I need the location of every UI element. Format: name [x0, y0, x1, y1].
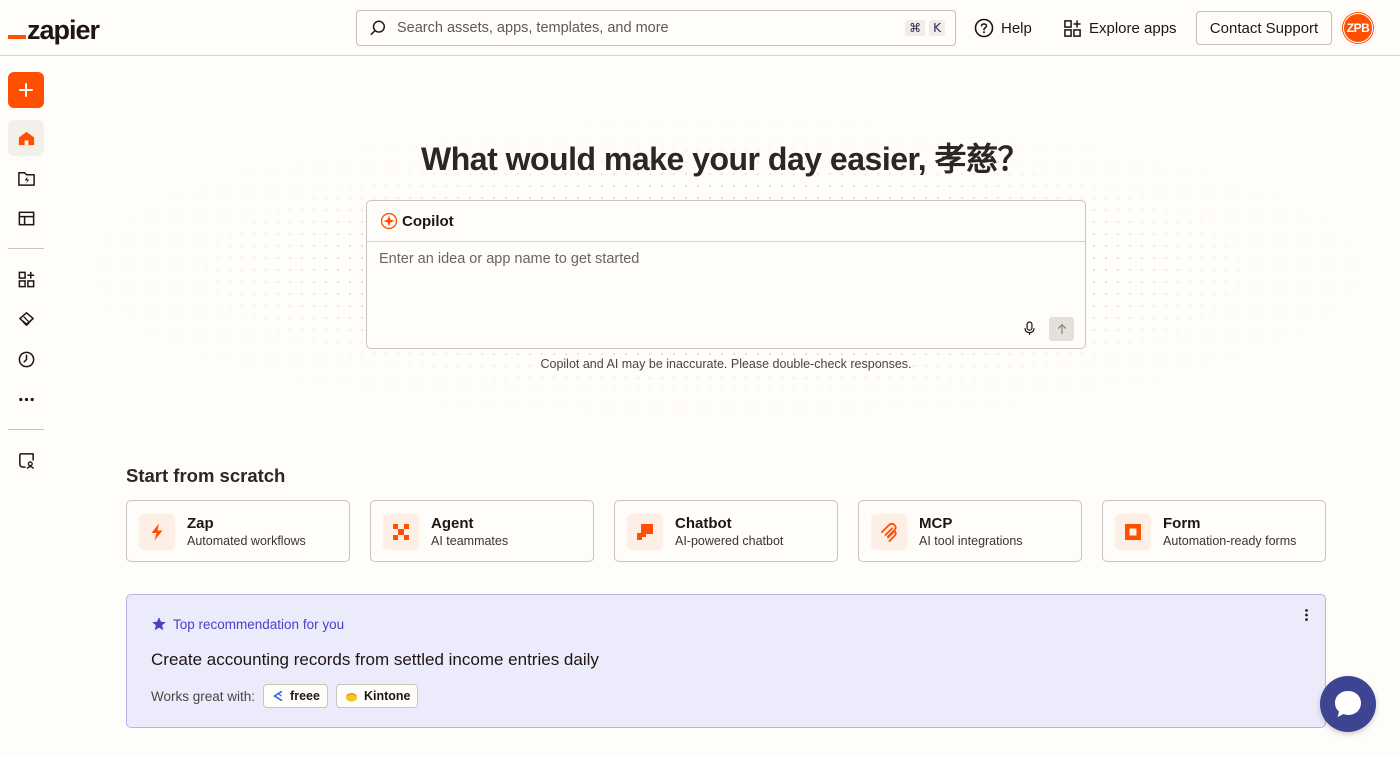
- top-bar: zapier Search assets, apps, templates, a…: [0, 0, 1400, 56]
- app-chip-label: freee: [290, 689, 320, 703]
- contact-support-button[interactable]: Contact Support: [1196, 11, 1332, 45]
- explore-apps-button[interactable]: Explore apps: [1063, 12, 1177, 44]
- arrow-up-icon: [1057, 323, 1066, 335]
- sidebar-item-history[interactable]: [8, 341, 44, 377]
- chat-bubble-icon: [1335, 691, 1361, 717]
- sidebar-item-zaps[interactable]: [8, 160, 44, 196]
- freee-icon: [273, 690, 283, 702]
- recommendation-title[interactable]: Create accounting records from settled i…: [151, 650, 599, 670]
- user-avatar[interactable]: ZPB: [1340, 10, 1376, 46]
- sidebar: [0, 56, 52, 757]
- shortcut-cmd-key: ⌘: [905, 20, 926, 36]
- copilot-label: Copilot: [402, 212, 454, 230]
- avatar-initials: ZPB: [1343, 13, 1373, 43]
- card-zap[interactable]: Zap Automated workflows: [126, 500, 350, 562]
- card-icon-box: [871, 514, 907, 550]
- card-subtitle: AI-powered chatbot: [675, 534, 784, 548]
- help-button[interactable]: Help: [974, 12, 1032, 44]
- create-button[interactable]: [8, 72, 44, 108]
- card-icon-box: [1115, 514, 1151, 550]
- recommendation-label: Top recommendation for you: [173, 616, 345, 632]
- copilot-header: Copilot: [367, 201, 1085, 242]
- works-with-row: Works great with: freee Kintone: [151, 684, 419, 708]
- microphone-button[interactable]: [1019, 317, 1039, 339]
- sidebar-divider: [8, 429, 44, 430]
- sidebar-item-admin[interactable]: [8, 442, 44, 478]
- search-icon: [370, 20, 386, 36]
- more-icon: [18, 397, 34, 401]
- sidebar-item-apps[interactable]: [8, 261, 44, 297]
- shortcut-k-key: K: [929, 20, 945, 36]
- card-icon-box: [627, 514, 663, 550]
- vertical-more-icon: [1304, 609, 1308, 621]
- card-subtitle: AI tool integrations: [919, 534, 1023, 548]
- search-placeholder: Search assets, apps, templates, and more: [397, 20, 669, 36]
- logo-underscore: [8, 35, 26, 39]
- card-subtitle: Automated workflows: [187, 534, 306, 548]
- card-title: Chatbot: [675, 515, 732, 532]
- card-title: Form: [1163, 515, 1201, 532]
- card-subtitle: Automation-ready forms: [1163, 534, 1297, 548]
- plus-icon: [19, 83, 33, 97]
- help-label: Help: [1001, 19, 1032, 37]
- works-with-label: Works great with:: [151, 688, 256, 704]
- card-icon-box: [383, 514, 419, 550]
- page-title: What would make your day easier, 孝慈？: [421, 141, 1029, 177]
- microphone-icon: [1023, 320, 1035, 335]
- sidebar-divider: [8, 248, 44, 249]
- sidebar-item-home[interactable]: [8, 120, 44, 156]
- kintone-icon: [345, 692, 358, 702]
- recommendation-more-button[interactable]: [1297, 606, 1315, 624]
- star-icon: [152, 617, 166, 631]
- sidebar-item-more[interactable]: [8, 381, 44, 417]
- logo-text: zapier: [27, 15, 100, 45]
- chat-support-button[interactable]: [1320, 676, 1376, 732]
- table-icon: [18, 211, 34, 225]
- sidebar-item-tables[interactable]: [8, 200, 44, 236]
- app-chip-kintone[interactable]: Kintone: [335, 684, 419, 708]
- card-mcp[interactable]: MCP AI tool integrations: [858, 500, 1082, 562]
- section-title-start-from-scratch: Start from scratch: [126, 465, 286, 486]
- recommendation-card[interactable]: Top recommendation for you Create accoun…: [126, 594, 1326, 728]
- form-icon: [1125, 524, 1141, 540]
- copilot-icon: [380, 212, 398, 230]
- card-chatbot[interactable]: Chatbot AI-powered chatbot: [614, 500, 838, 562]
- recommendation-header: Top recommendation for you: [151, 616, 344, 632]
- card-title: MCP: [919, 515, 953, 532]
- card-form[interactable]: Form Automation-ready forms: [1102, 500, 1326, 562]
- card-subtitle: AI teammates: [431, 534, 509, 548]
- copilot-disclaimer: Copilot and AI may be inaccurate. Please…: [540, 357, 912, 371]
- copilot-input[interactable]: [379, 251, 1069, 267]
- send-button[interactable]: [1049, 317, 1074, 341]
- help-icon: [974, 18, 994, 38]
- history-icon: [18, 351, 34, 367]
- admin-icon: [18, 452, 34, 469]
- chatbot-icon: [637, 524, 653, 540]
- app-chip-label: Kintone: [363, 689, 411, 703]
- card-agent[interactable]: Agent AI teammates: [370, 500, 594, 562]
- apps-icon: [18, 271, 34, 287]
- canvas-icon: [18, 311, 34, 326]
- explore-apps-icon: [1064, 19, 1081, 37]
- explore-apps-label: Explore apps: [1089, 19, 1177, 37]
- sidebar-item-canvas[interactable]: [8, 301, 44, 337]
- card-icon-box: [139, 514, 175, 550]
- mcp-icon: [881, 522, 897, 542]
- copilot-box: Copilot: [366, 200, 1086, 349]
- zapier-logo[interactable]: zapier: [8, 12, 100, 45]
- card-title: Zap: [187, 515, 214, 532]
- zap-folder-icon: [17, 171, 35, 186]
- zap-icon: [151, 523, 163, 541]
- app-chip-freee[interactable]: freee: [263, 684, 328, 708]
- home-icon: [18, 131, 34, 145]
- search-bar[interactable]: Search assets, apps, templates, and more…: [356, 10, 956, 46]
- card-title: Agent: [431, 515, 474, 532]
- agent-icon: [393, 524, 409, 540]
